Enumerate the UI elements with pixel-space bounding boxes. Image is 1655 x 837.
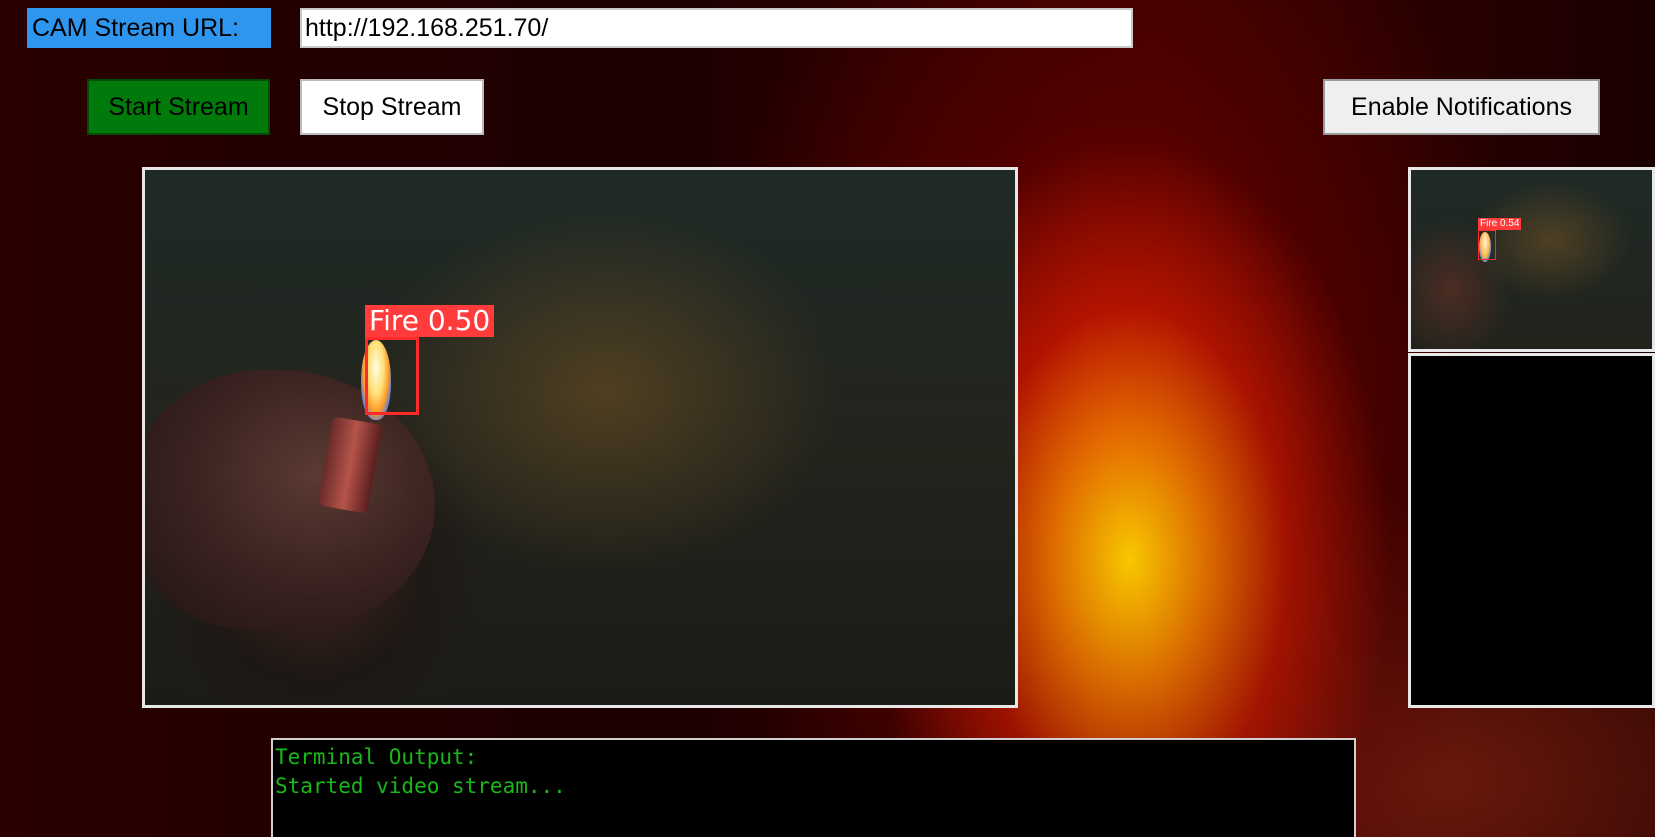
stop-stream-button[interactable]: Stop Stream: [300, 79, 484, 135]
terminal-output: Terminal Output: Started video stream...: [271, 738, 1356, 837]
detection-box: [365, 337, 419, 415]
stream-url-input[interactable]: [300, 8, 1133, 48]
detection-thumbnail: Fire 0.54: [1408, 167, 1655, 352]
detection-label: Fire 0.50: [365, 305, 495, 337]
stream-url-label: CAM Stream URL:: [27, 8, 271, 48]
thumbnail-detection-box: [1478, 230, 1496, 260]
thumbnail-detection-label: Fire 0.54: [1478, 218, 1522, 230]
terminal-line: Started video stream...: [275, 774, 566, 798]
main-video-feed: Fire 0.50: [142, 167, 1018, 708]
empty-preview-pane: [1408, 353, 1655, 708]
start-stream-button[interactable]: Start Stream: [87, 79, 270, 135]
enable-notifications-button[interactable]: Enable Notifications: [1323, 79, 1600, 135]
terminal-line: Terminal Output:: [275, 745, 478, 769]
